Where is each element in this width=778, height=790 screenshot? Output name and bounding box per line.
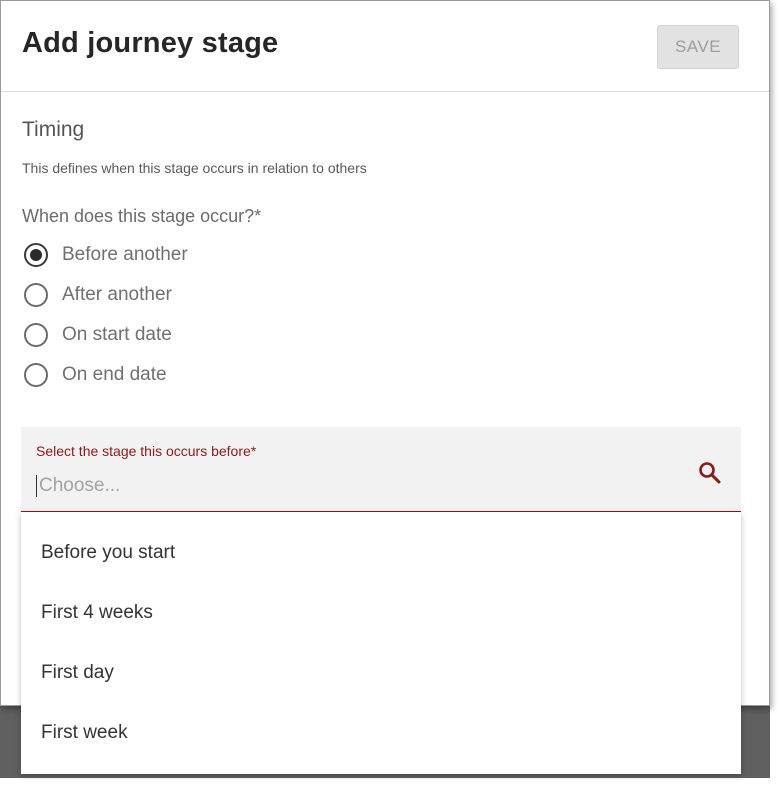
radio-label: On end date — [62, 364, 167, 385]
dialog-header: Add journey stage SAVE — [1, 1, 769, 92]
radio-button[interactable] — [24, 283, 48, 307]
search-icon[interactable] — [697, 460, 723, 486]
dialog-title: Add journey stage — [22, 27, 279, 59]
dropdown-option-before-you-start[interactable]: Before you start — [41, 538, 175, 568]
dropdown-option-first-day[interactable]: First day — [41, 658, 114, 688]
radio-button[interactable] — [24, 323, 48, 347]
radio-option-on-start-date[interactable]: On start date — [24, 321, 172, 349]
radio-option-before-another[interactable]: Before another — [24, 241, 188, 269]
stage-select-field[interactable]: Select the stage this occurs before* Cho… — [21, 427, 741, 512]
dropdown-option-first-4-weeks[interactable]: First 4 weeks — [41, 598, 153, 628]
radio-button-checked[interactable] — [24, 243, 48, 267]
stage-dropdown-list: Before you start First 4 weeks First day… — [21, 512, 741, 774]
radio-label: Before another — [62, 244, 188, 265]
dropdown-option-first-week[interactable]: First week — [41, 718, 128, 748]
radio-label: After another — [62, 284, 172, 305]
stage-select-label: Select the stage this occurs before* — [36, 443, 257, 459]
radio-button[interactable] — [24, 363, 48, 387]
save-button[interactable]: SAVE — [657, 25, 739, 69]
radio-option-after-another[interactable]: After another — [24, 281, 172, 309]
radio-label: On start date — [62, 324, 172, 345]
radio-option-on-end-date[interactable]: On end date — [24, 361, 167, 389]
stage-occurrence-question: When does this stage occur?* — [22, 206, 262, 226]
timing-section-description: This defines when this stage occurs in r… — [22, 160, 367, 176]
stage-select-placeholder: Choose... — [39, 475, 121, 496]
stage-select-input[interactable]: Choose... — [36, 473, 676, 499]
text-cursor — [36, 475, 37, 497]
timing-section-title: Timing — [22, 118, 85, 141]
